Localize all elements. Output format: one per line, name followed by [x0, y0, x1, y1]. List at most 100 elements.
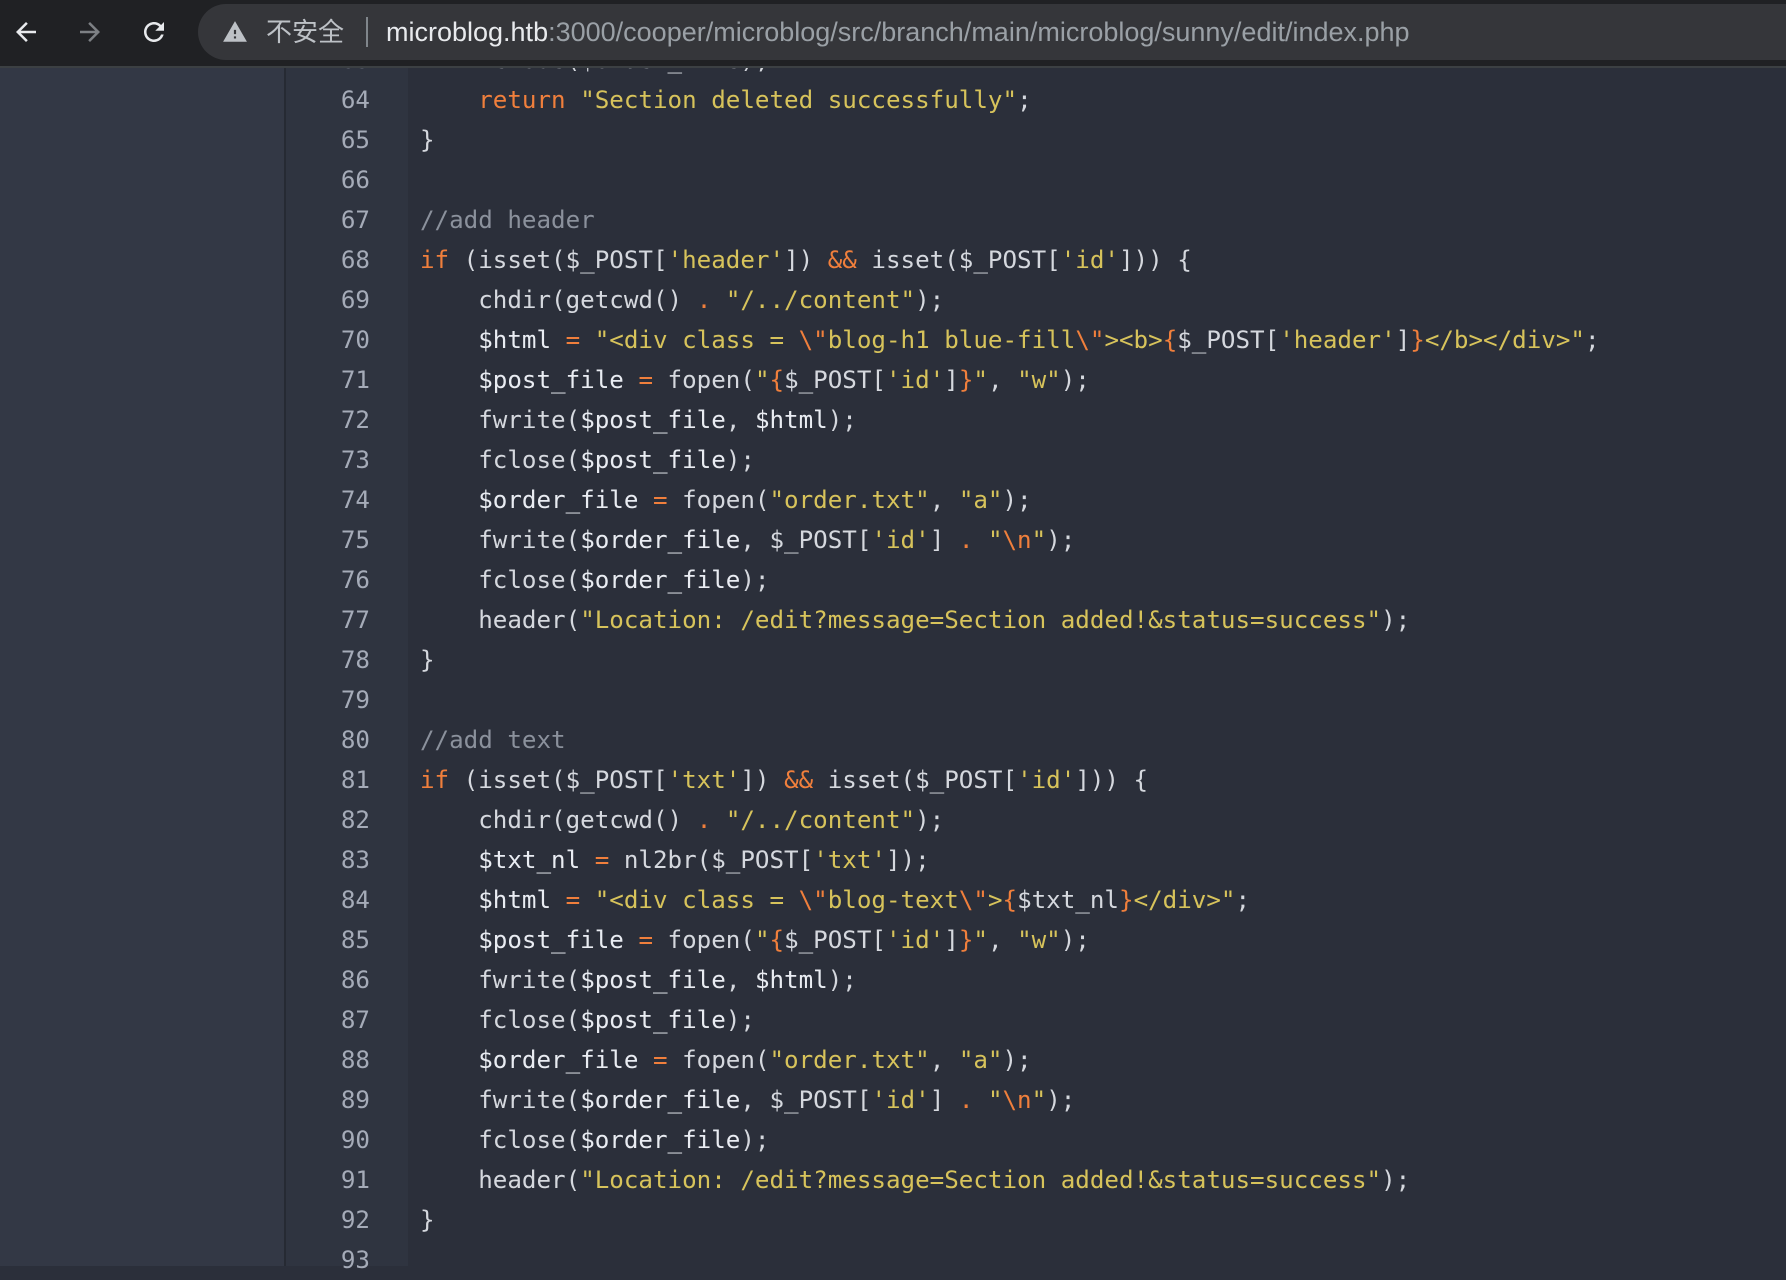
code-token: $post_file [478, 926, 624, 954]
line-number[interactable]: 91 [286, 1160, 370, 1200]
code-token: " [987, 1086, 1003, 1114]
line-number[interactable]: 89 [286, 1080, 370, 1120]
code-line: 75 fwrite($order_file, $_POST['id'] . "\… [286, 520, 1786, 560]
line-number[interactable]: 74 [286, 480, 370, 520]
code-token: && [784, 766, 814, 794]
url-path: :3000/cooper/microblog/src/branch/main/m… [548, 17, 1410, 47]
reload-button[interactable] [136, 14, 172, 50]
code-line: 85 $post_file = fopen("{$_POST['id']}", … [286, 920, 1786, 960]
code-line: 66 [286, 160, 1786, 200]
line-number[interactable]: 82 [286, 800, 370, 840]
code-text: fclose($order_file); [420, 1120, 770, 1160]
code-token: . [696, 286, 712, 314]
line-number[interactable]: 77 [286, 600, 370, 640]
code-line: 80 //add text [286, 720, 1786, 760]
code-token: " [973, 926, 988, 954]
code-token: , [929, 486, 959, 514]
warning-triangle-icon[interactable] [222, 19, 248, 45]
code-token: fwrite( [420, 966, 581, 994]
code-text: } [420, 640, 435, 680]
line-number[interactable]: 72 [286, 400, 370, 440]
code-token: fclose( [420, 446, 581, 474]
code-token: " [973, 366, 988, 394]
code-token: $txt_nl [478, 846, 581, 874]
code-token: , [725, 406, 755, 434]
code-token: $order_file [580, 1126, 741, 1154]
code-token: " [1031, 526, 1047, 554]
code-token: ); [1002, 1046, 1032, 1074]
code-token: = [638, 926, 653, 954]
code-token: \" [798, 326, 828, 354]
line-number[interactable]: 84 [286, 880, 370, 920]
line-number[interactable]: 83 [286, 840, 370, 880]
code-text: $post_file = fopen("{$_POST['id']}", "w"… [420, 360, 1090, 400]
code-token: 'id' [1060, 246, 1119, 274]
line-number[interactable]: 92 [286, 1200, 370, 1240]
line-number[interactable]: 79 [286, 680, 370, 720]
code-line: 83 $txt_nl = nl2br($_POST['txt']); [286, 840, 1786, 880]
code-token: $_POST[ [784, 366, 886, 394]
line-number[interactable]: 68 [286, 240, 370, 280]
code-text: return "Section deleted successfully"; [420, 80, 1031, 120]
line-number[interactable]: 86 [286, 960, 370, 1000]
line-number[interactable]: 90 [286, 1120, 370, 1160]
line-number[interactable]: 71 [286, 360, 370, 400]
line-number[interactable]: 65 [286, 120, 370, 160]
line-number[interactable]: 76 [286, 560, 370, 600]
code-token: ])) { [1075, 766, 1149, 794]
back-button[interactable] [8, 14, 44, 50]
line-number[interactable]: 93 [286, 1240, 370, 1280]
insecure-label[interactable]: 不安全 [266, 17, 344, 47]
code-text: fclose($order_file); [420, 560, 769, 600]
code-token: header( [420, 606, 581, 634]
code-text: } [420, 120, 435, 160]
code-text: //add header [420, 200, 595, 240]
line-number[interactable]: 78 [286, 640, 370, 680]
code-viewer: 63 fclose($order_file);64 return "Sectio… [286, 40, 1786, 1280]
line-number[interactable]: 87 [286, 1000, 370, 1040]
code-token: $order_file [580, 566, 741, 594]
line-number[interactable]: 67 [286, 200, 370, 240]
line-number[interactable]: 85 [286, 920, 370, 960]
code-line: 79 [286, 680, 1786, 720]
line-number[interactable]: 75 [286, 520, 370, 560]
code-token: $order_file [580, 526, 741, 554]
line-number[interactable]: 70 [286, 320, 370, 360]
code-text: if (isset($_POST['header']) && isset($_P… [420, 240, 1192, 280]
forward-button[interactable] [72, 14, 108, 50]
code-token: ); [740, 1126, 770, 1154]
code-text: fclose($post_file); [420, 440, 755, 480]
code-token: 'id' [871, 1086, 930, 1114]
line-number[interactable]: 81 [286, 760, 370, 800]
code-token: ); [915, 806, 945, 834]
code-token: ); [1381, 1166, 1411, 1194]
address-bar[interactable]: 不安全 microblog.htb:3000/cooper/microblog/… [198, 4, 1786, 60]
line-number[interactable]: 66 [286, 160, 370, 200]
code-token: $order_file [478, 486, 639, 514]
code-token: "a" [958, 486, 1003, 514]
line-number[interactable]: 64 [286, 80, 370, 120]
code-token: } [958, 926, 974, 954]
sidebar-panel [0, 67, 286, 1266]
line-number[interactable]: 73 [286, 440, 370, 480]
code-line: 68 if (isset($_POST['header']) && isset($… [286, 240, 1786, 280]
url-text[interactable]: microblog.htb:3000/cooper/microblog/src/… [386, 17, 1410, 47]
code-token: isset($_POST[ [856, 246, 1061, 274]
line-number[interactable]: 69 [286, 280, 370, 320]
omnibox-divider [366, 17, 368, 47]
code-line: 81 if (isset($_POST['txt']) && isset($_PO… [286, 760, 1786, 800]
code-token: } [958, 366, 974, 394]
code-token: chdir(getcwd() [420, 286, 697, 314]
line-number[interactable]: 80 [286, 720, 370, 760]
code-token: </div>" [1133, 886, 1236, 914]
line-number[interactable]: 88 [286, 1040, 370, 1080]
code-text: header("Location: /edit?message=Section … [420, 1160, 1410, 1200]
